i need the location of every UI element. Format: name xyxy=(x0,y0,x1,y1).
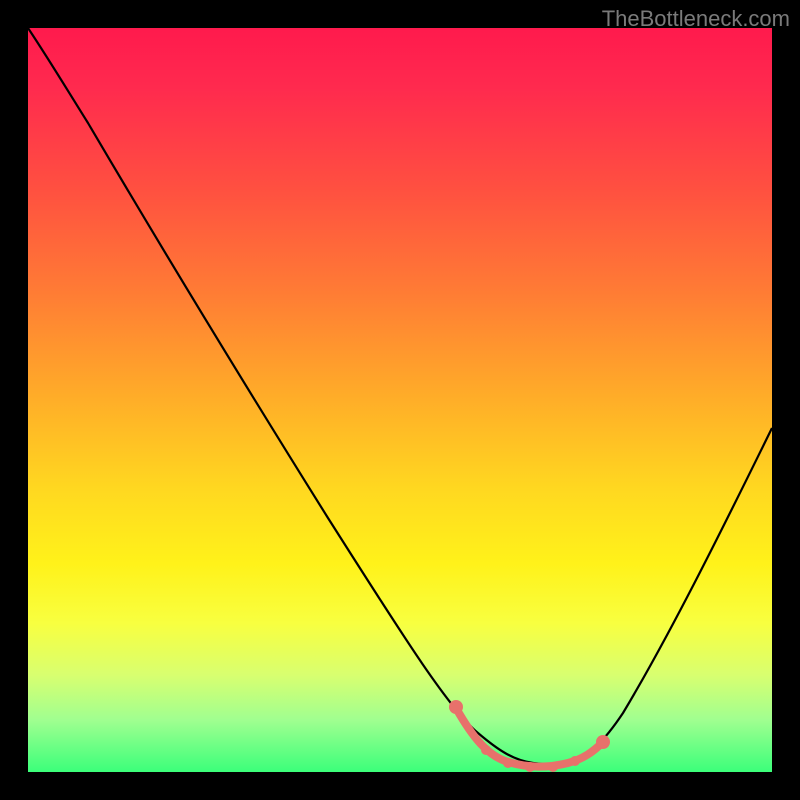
watermark-text: TheBottleneck.com xyxy=(602,6,790,32)
chart-plot-area xyxy=(28,28,772,772)
marker-6 xyxy=(570,756,580,766)
marker-3 xyxy=(503,758,513,768)
marker-end xyxy=(596,735,610,749)
marker-start xyxy=(449,700,463,714)
marker-2 xyxy=(481,745,491,755)
marker-5 xyxy=(548,762,558,772)
marker-4 xyxy=(525,762,535,772)
chart-highlight-markers xyxy=(28,28,772,772)
